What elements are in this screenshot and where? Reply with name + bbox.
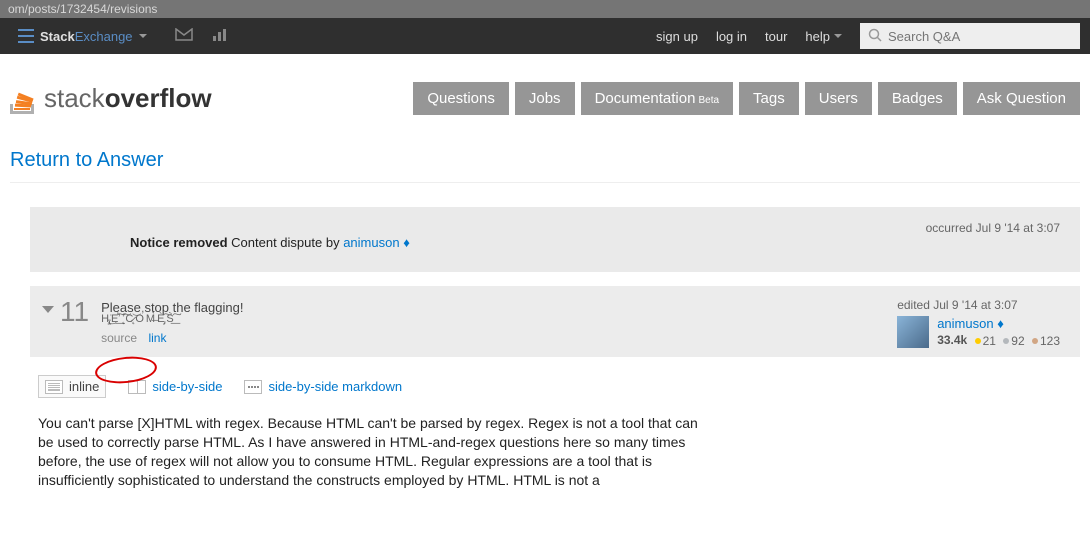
nav-tabs: Questions Jobs DocumentationBeta Tags Us… [413, 82, 1080, 115]
notice-user-link[interactable]: animuson [343, 235, 399, 250]
search-input[interactable] [860, 23, 1080, 49]
edited-timestamp: edited Jul 9 '14 at 3:07 [897, 298, 1060, 312]
signup-link[interactable]: sign up [656, 29, 698, 44]
permalink-link[interactable]: link [148, 331, 166, 345]
chevron-down-icon [834, 34, 842, 38]
inline-icon [45, 380, 63, 394]
editor-user-link[interactable]: animuson [937, 316, 993, 331]
login-link[interactable]: log in [716, 29, 747, 44]
stackoverflow-icon [10, 84, 38, 114]
site-logo[interactable]: stackoverflow [10, 83, 212, 114]
tour-link[interactable]: tour [765, 29, 787, 44]
mode-inline-label: inline [69, 379, 99, 394]
tab-jobs[interactable]: Jobs [515, 82, 575, 115]
avatar[interactable] [897, 316, 929, 348]
url-bar: om/posts/1732454/revisions [0, 0, 1090, 18]
inbox-icon[interactable] [175, 28, 193, 45]
revision-comment: Please stop the flagging! [101, 300, 243, 315]
search-wrap [860, 23, 1080, 49]
tab-badges[interactable]: Badges [878, 82, 957, 115]
revision-number: 11 [60, 298, 89, 326]
notice-rest: Content dispute by [228, 235, 344, 250]
mode-side-by-side-markdown[interactable]: side-by-side markdown [244, 379, 402, 394]
help-label: help [805, 29, 830, 44]
return-to-answer-link[interactable]: Return to Answer [10, 131, 1080, 182]
user-card: animuson ♦ 33.4k 21 92 123 [897, 316, 1060, 348]
network-topbar: StackExchange sign up log in tour help [0, 18, 1090, 54]
side-by-side-markdown-icon [244, 380, 262, 394]
moderator-diamond-icon: ♦ [997, 316, 1004, 331]
post-body: You can't parse [X]HTML with regex. Beca… [38, 414, 698, 490]
source-link[interactable]: source [101, 331, 137, 345]
revision-block: 11 Please stop the flagging! H̵̡̢͘͜E̛̛͟͠… [30, 286, 1080, 357]
side-by-side-icon [128, 380, 146, 394]
notice-strong: Notice removed [130, 235, 228, 250]
tab-questions[interactable]: Questions [413, 82, 509, 115]
site-header: stackoverflow Questions Jobs Documentati… [10, 54, 1080, 131]
mode-side-by-side[interactable]: side-by-side [128, 379, 222, 394]
notice-line: Notice removed Content dispute by animus… [50, 221, 1060, 258]
tab-users[interactable]: Users [805, 82, 872, 115]
silver-count: 92 [1011, 334, 1024, 348]
mode-inline[interactable]: inline [38, 375, 106, 398]
rep-value: 33.4k [937, 333, 967, 347]
mode-sbs-md-label: side-by-side markdown [268, 379, 402, 394]
tab-tags[interactable]: Tags [739, 82, 799, 115]
mode-sbs-label: side-by-side [152, 379, 222, 394]
occurred-timestamp: occurred Jul 9 '14 at 3:07 [926, 221, 1060, 235]
logo-text-light: stack [44, 83, 105, 113]
bronze-count: 123 [1040, 334, 1060, 348]
notice-block: occurred Jul 9 '14 at 3:07 Notice remove… [30, 207, 1080, 272]
tab-documentation[interactable]: DocumentationBeta [581, 82, 733, 115]
tab-doc-label: Documentation [595, 90, 696, 107]
moderator-diamond-icon: ♦ [403, 235, 410, 250]
help-dropdown[interactable]: help [805, 29, 842, 44]
diff-view-modes: inline side-by-side side-by-side markdow… [38, 375, 1080, 398]
gold-count: 21 [983, 334, 996, 348]
tab-ask-question[interactable]: Ask Question [963, 82, 1080, 115]
stackexchange-dropdown[interactable]: StackExchange [10, 29, 155, 44]
achievements-icon[interactable] [211, 28, 229, 45]
gold-badge-icon [975, 338, 981, 344]
reputation-line: 33.4k 21 92 123 [937, 333, 1060, 348]
network-name: StackExchange [40, 29, 133, 44]
expand-arrow-icon[interactable] [42, 306, 54, 313]
logo-text-bold: overflow [105, 83, 212, 113]
hamburger-icon [18, 29, 34, 43]
chevron-down-icon [139, 34, 147, 38]
divider [10, 182, 1080, 183]
bronze-badge-icon [1032, 338, 1038, 344]
beta-badge: Beta [698, 95, 719, 106]
silver-badge-icon [1003, 338, 1009, 344]
